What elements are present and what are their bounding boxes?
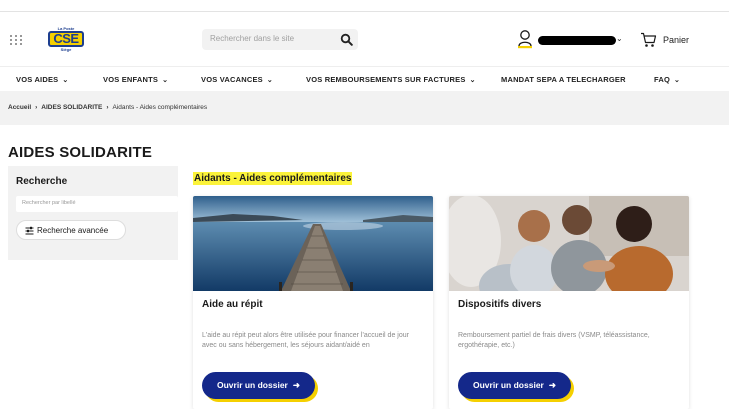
breadcrumb: Accueil › AIDES SOLIDARITE › Aidants - Aides… <box>0 91 729 125</box>
card-aide-au-repit[interactable]: Aide au répit L'aide au répit peut alors… <box>193 196 433 409</box>
arrow-right-icon: ➜ <box>292 380 300 390</box>
breadcrumb-aides-solidarite[interactable]: AIDES SOLIDARITE <box>41 104 102 111</box>
logo-main-text: CSE <box>48 31 84 47</box>
search-sidebar: Recherche Rechercher par libellé Recherc… <box>8 166 178 260</box>
people-photo <box>449 196 689 291</box>
site-search-input[interactable]: Rechercher dans le site <box>202 29 358 50</box>
breadcrumb-separator-icon: › <box>35 104 38 111</box>
card-title: Aide au répit <box>202 299 263 310</box>
chevron-down-icon: ⌄ <box>266 77 273 84</box>
chevron-down-icon: ⌄ <box>162 77 169 84</box>
nav-item-vos-vacances[interactable]: VOS VACANCES ⌄ <box>201 75 273 84</box>
cart-icon[interactable] <box>640 32 657 48</box>
page-title: AIDES SOLIDARITE <box>8 144 153 161</box>
search-icon[interactable] <box>340 33 353 46</box>
chevron-down-icon[interactable]: ⌄ <box>616 34 623 43</box>
card-description: L'aide au répit peut alors être utilisée… <box>202 332 409 349</box>
label-search-placeholder: Rechercher par libellé <box>22 200 76 206</box>
apps-grid-icon[interactable] <box>10 35 22 45</box>
breadcrumb-current: Aidants - Aides complémentaires <box>112 104 208 111</box>
sidebar-title: Recherche <box>16 176 68 187</box>
advanced-search-button[interactable]: Recherche avancée <box>16 220 126 240</box>
breadcrumb-separator-icon: › <box>106 104 109 111</box>
card-dispositifs-divers[interactable]: Dispositifs divers Remboursement partiel… <box>449 196 689 409</box>
cse-logo[interactable]: La Poste CSE Siège <box>46 26 86 54</box>
pier-photo <box>193 196 433 291</box>
cart-label[interactable]: Panier <box>663 35 689 45</box>
card-description: Remboursement partiel de frais divers (V… <box>458 332 650 349</box>
open-dossier-button[interactable]: Ouvrir un dossier ➜ <box>202 372 315 399</box>
advanced-search-label: Recherche avancée <box>37 226 109 235</box>
arrow-right-icon: ➜ <box>548 380 556 390</box>
user-name-redacted[interactable] <box>538 36 616 45</box>
site-search-placeholder: Rechercher dans le site <box>210 34 295 43</box>
nav-item-vos-aides[interactable]: VOS AIDES ⌄ <box>16 75 68 84</box>
label-search-input[interactable]: Rechercher par libellé <box>16 196 178 212</box>
filter-sliders-icon <box>25 226 34 235</box>
section-title: Aidants - Aides complémentaires <box>193 172 353 185</box>
card-title: Dispositifs divers <box>458 299 542 310</box>
site-header: La Poste CSE Siège Rechercher dans le si… <box>0 12 729 66</box>
chevron-down-icon: ⌄ <box>469 77 476 84</box>
nav-item-faq[interactable]: FAQ ⌄ <box>654 75 680 84</box>
logo-bottom-text: Siège <box>60 47 72 52</box>
user-icon[interactable] <box>517 29 533 49</box>
main-navigation: VOS AIDES ⌄ VOS ENFANTS ⌄ VOS VACANCES ⌄ VO… <box>0 66 729 91</box>
chevron-down-icon: ⌄ <box>62 77 69 84</box>
nav-item-vos-remboursements[interactable]: VOS REMBOURSEMENTS SUR FACTURES ⌄ <box>306 75 476 84</box>
nav-item-vos-enfants[interactable]: VOS ENFANTS ⌄ <box>103 75 168 84</box>
chevron-down-icon: ⌄ <box>674 77 681 84</box>
open-dossier-button[interactable]: Ouvrir un dossier ➜ <box>458 372 571 399</box>
breadcrumb-home[interactable]: Accueil <box>8 104 31 111</box>
nav-item-mandat-sepa[interactable]: MANDAT SEPA A TELECHARGER <box>501 75 626 84</box>
